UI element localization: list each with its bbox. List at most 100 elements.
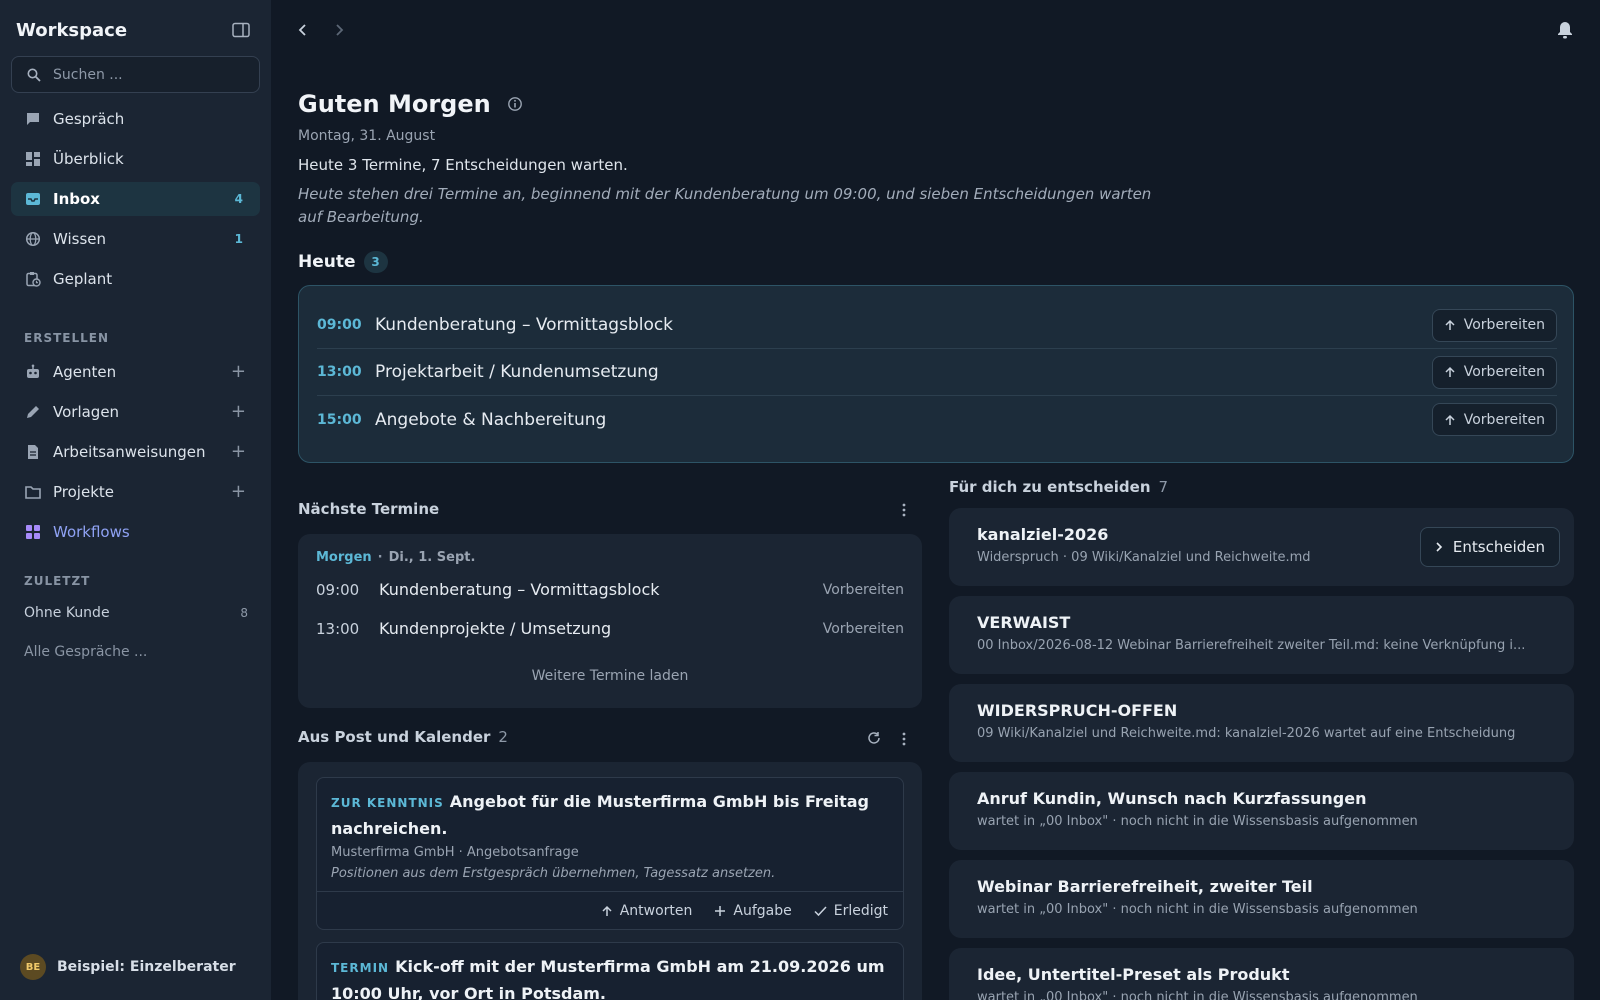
decision-subtitle: wartet in „00 Inbox" · noch nicht in die… [977, 902, 1418, 917]
appointment-title: Kundenberatung – Vormittagsblock [379, 580, 660, 599]
sidebar-item-arbeitsanweisungen[interactable]: Arbeitsanweisungen + [11, 435, 260, 469]
more-options-icon[interactable] [902, 503, 906, 517]
day-summary-detail: Heute stehen drei Termine an, beginnend … [298, 185, 1152, 226]
today-panel: 09:00 Kundenberatung – Vormittagsblock V… [298, 285, 1574, 463]
globe-icon [25, 231, 41, 247]
sidebar-item-label: Wissen [53, 230, 107, 248]
add-template-plus-icon[interactable]: + [231, 403, 246, 421]
search-placeholder: Suchen ... [53, 66, 123, 83]
decision-subtitle: 00 Inbox/2026-08-12 Webinar Barrierefrei… [977, 638, 1526, 653]
refresh-icon[interactable] [867, 731, 881, 745]
arrow-up-icon [1444, 366, 1456, 378]
recent-item-label: Ohne Kunde [24, 605, 110, 621]
add-project-plus-icon[interactable]: + [231, 483, 246, 501]
back-arrow-icon[interactable] [296, 20, 310, 40]
section-label-zuletzt: ZULETZT [24, 574, 91, 588]
prepare-button[interactable]: Vorbereiten [1431, 308, 1557, 342]
appointment-time: 09:00 [316, 580, 360, 599]
prepare-button[interactable]: Vorbereiten [1431, 355, 1557, 389]
recent-item-ohne-kunde[interactable]: Ohne Kunde 8 [24, 605, 248, 621]
sidebar-item-vorlagen[interactable]: Vorlagen + [11, 395, 260, 429]
sidebar-item-label: Projekte [53, 483, 114, 501]
decisions-header: Für dich zu entscheiden 7 [949, 478, 1168, 496]
search-input[interactable]: Suchen ... [11, 56, 260, 93]
decision-card[interactable]: Anruf Kundin, Wunsch nach Kurzfassungen … [949, 772, 1574, 850]
load-more-button[interactable]: Weitere Termine laden [298, 668, 922, 684]
next-appointments-panel: Morgen · Di., 1. Sept. 09:00 Kundenberatun… [298, 534, 922, 708]
sidebar: Workspace Suchen ... Gespräch Überblick … [0, 0, 271, 1000]
mail-calendar-count: 2 [498, 728, 508, 746]
more-options-icon[interactable] [902, 732, 906, 746]
mail-actions: Antworten Aufgabe Erledigt [317, 891, 903, 929]
sidebar-item-inbox[interactable]: Inbox 4 [11, 182, 260, 216]
add-instruction-plus-icon[interactable]: + [231, 443, 246, 461]
decide-button[interactable]: Entscheiden [1419, 527, 1560, 567]
decide-button-label: Entscheiden [1452, 538, 1545, 556]
user-profile[interactable]: BE Beispiel: Einzelberater [20, 954, 236, 980]
notification-bell-icon[interactable] [1556, 20, 1574, 40]
section-label-erstellen: ERSTELLEN [24, 331, 109, 345]
info-icon[interactable] [507, 96, 523, 112]
workflows-icon [25, 524, 41, 540]
prepare-button-label: Vorbereiten [1463, 364, 1545, 380]
today-row: 15:00 Angebote & Nachbereitung Vorbereit… [317, 396, 1557, 443]
mail-calendar-header: Aus Post und Kalender 2 [298, 728, 508, 746]
next-day-date: Di., 1. Sept. [388, 550, 476, 565]
recent-item-all-conversations[interactable]: Alle Gespräche ... [24, 644, 248, 660]
mail-card: ZUR KENNTNIS Angebot für die Musterfirma … [316, 777, 904, 930]
today-count-badge: 3 [363, 251, 388, 273]
sidebar-item-wissen[interactable]: Wissen 1 [11, 222, 260, 256]
forward-arrow-icon[interactable] [332, 20, 346, 40]
decision-card[interactable]: WIDERSPRUCH-OFFEN 09 Wiki/Kanalziel und … [949, 684, 1574, 762]
decision-card[interactable]: Idee, Untertitel-Preset als Produkt wart… [949, 948, 1574, 1000]
sidebar-item-projekte[interactable]: Projekte + [11, 475, 260, 509]
mail-note: Positionen aus dem Erstgespräch übernehm… [331, 866, 776, 881]
recent-item-label: Alle Gespräche ... [24, 644, 148, 660]
toggle-sidebar-icon[interactable] [232, 22, 250, 38]
page-title: Guten Morgen [298, 90, 491, 118]
clipboard-clock-icon [25, 271, 41, 287]
reply-button[interactable]: Antworten [601, 903, 692, 919]
prepare-button[interactable]: Vorbereiten [1431, 403, 1557, 436]
mail-title-text: Kick-off mit der Musterfirma GmbH am 21.… [331, 957, 885, 1000]
appointment-title: Kundenberatung – Vormittagsblock [375, 315, 674, 335]
add-task-button[interactable]: Aufgabe [714, 903, 792, 919]
decision-title: Webinar Barrierefreiheit, zweiter Teil [977, 877, 1313, 896]
decision-card[interactable]: kanalziel-2026 Widerspruch · 09 Wiki/Kan… [949, 508, 1574, 586]
done-label: Erledigt [833, 902, 888, 919]
document-icon [25, 444, 41, 460]
today-header: Heute 3 [298, 251, 388, 273]
decision-card[interactable]: VERWAIST 00 Inbox/2026-08-12 Webinar Bar… [949, 596, 1574, 674]
decision-card[interactable]: Webinar Barrierefreiheit, zweiter Teil w… [949, 860, 1574, 938]
decision-subtitle: Widerspruch · 09 Wiki/Kanalziel und Reic… [977, 550, 1311, 565]
workspace-title: Workspace [16, 19, 128, 41]
decision-title: VERWAIST [977, 613, 1071, 632]
decision-title: Anruf Kundin, Wunsch nach Kurzfassungen [977, 789, 1367, 808]
prepare-button-label: Vorbereiten [1463, 317, 1545, 333]
sidebar-item-label: Inbox [53, 190, 100, 208]
appointment-time: 13:00 [316, 619, 360, 638]
mail-tag: ZUR KENNTNIS [331, 796, 444, 810]
list-item: 09:00 Kundenberatung – Vormittagsblock V… [316, 580, 904, 599]
mail-tag: TERMIN [331, 961, 390, 975]
sidebar-item-label: Arbeitsanweisungen [53, 443, 206, 461]
inbox-icon [25, 191, 41, 207]
arrow-up-icon [1444, 319, 1456, 331]
sidebar-item-ueberblick[interactable]: Überblick [11, 142, 260, 176]
today-row: 13:00 Projektarbeit / Kundenumsetzung Vo… [317, 349, 1557, 396]
mark-done-button[interactable]: Erledigt [814, 903, 888, 919]
sidebar-item-workflows[interactable]: Workflows [11, 515, 260, 549]
prepare-link[interactable]: Vorbereiten [823, 621, 904, 637]
folder-icon [25, 484, 41, 500]
prepare-button-label: Vorbereiten [1463, 411, 1545, 428]
check-icon [814, 905, 827, 917]
sidebar-item-agenten[interactable]: Agenten + [11, 355, 260, 389]
sidebar-item-label: Geplant [53, 270, 113, 288]
prepare-link[interactable]: Vorbereiten [823, 582, 904, 598]
sidebar-item-geplant[interactable]: Geplant [11, 262, 260, 296]
history-nav [296, 20, 346, 40]
add-agent-plus-icon[interactable]: + [231, 363, 246, 381]
mail-card-title: TERMIN Kick-off mit der Musterfirma GmbH … [331, 954, 889, 1000]
sidebar-item-gespraech[interactable]: Gespräch [11, 102, 260, 136]
workspace-header: Workspace [16, 18, 250, 42]
